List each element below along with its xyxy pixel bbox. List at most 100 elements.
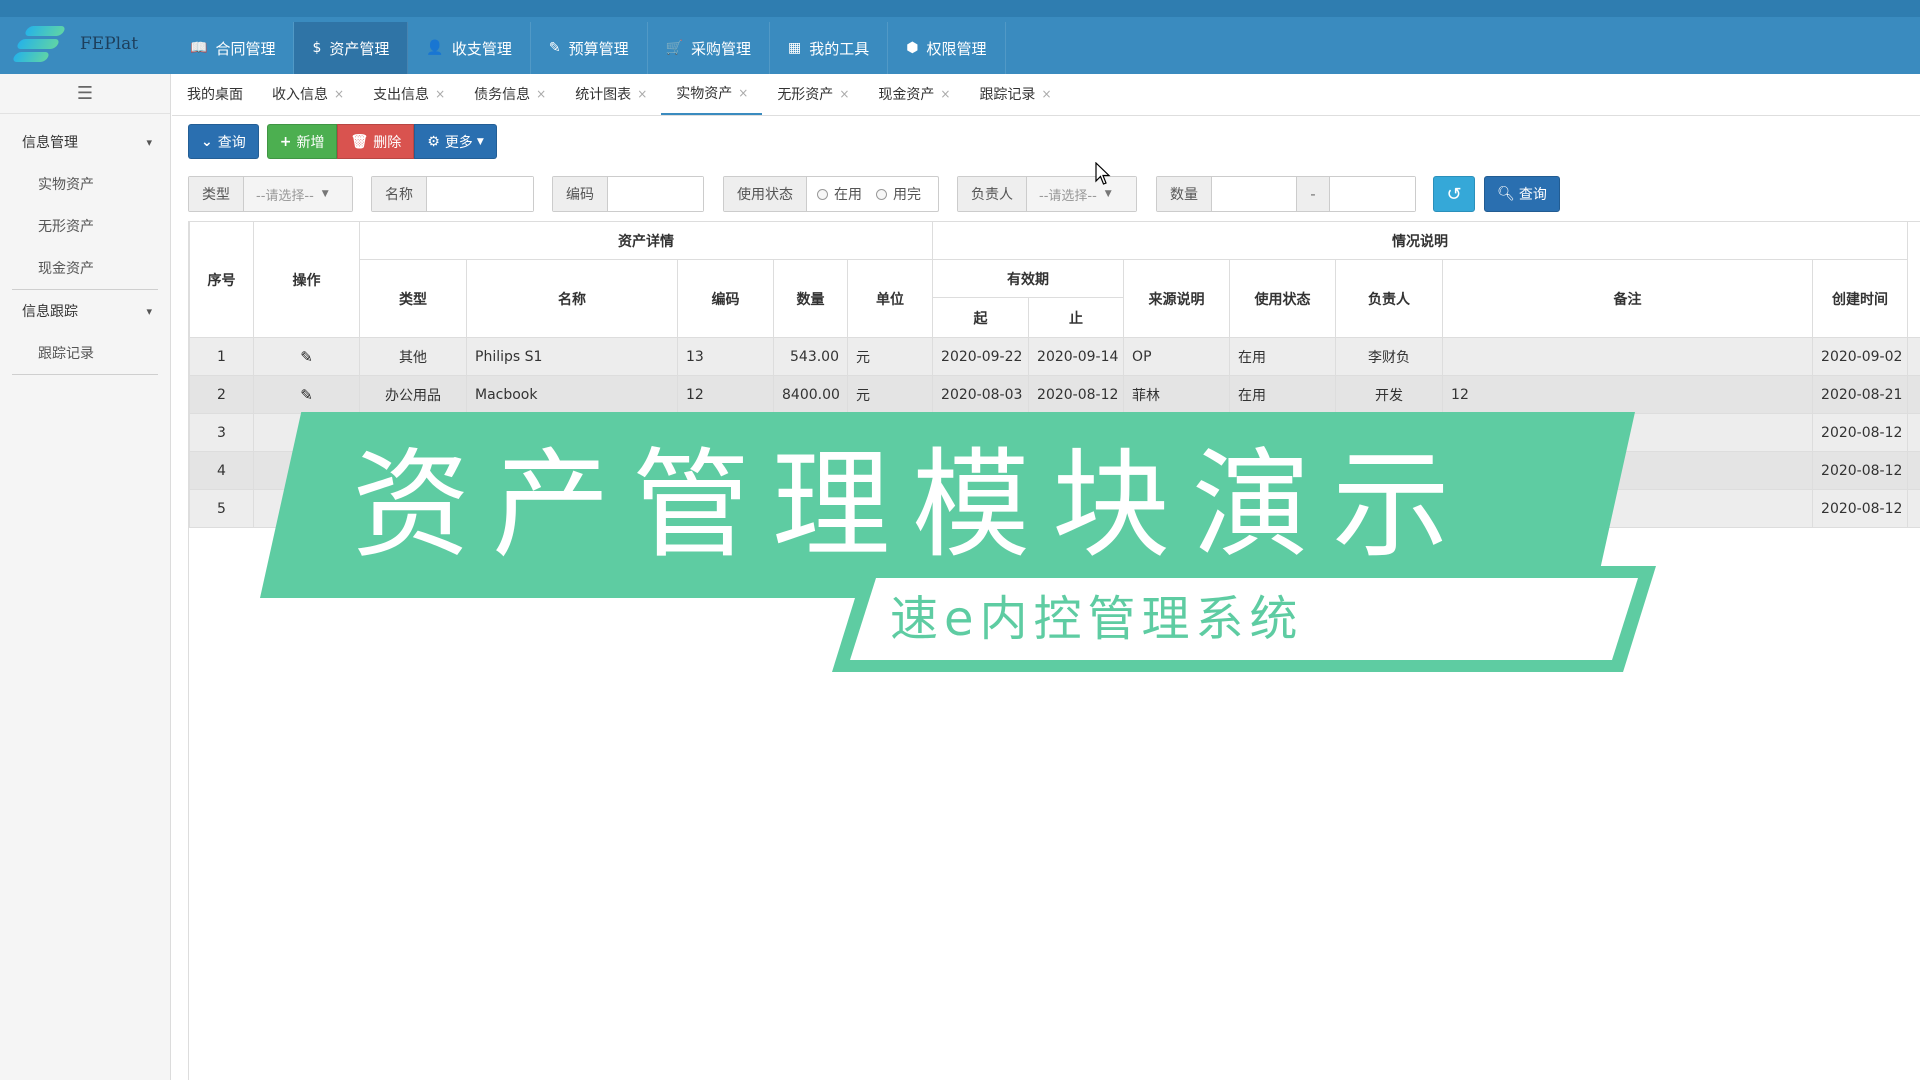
- plus-icon: +: [279, 133, 292, 150]
- nav-item-0[interactable]: 📖 合同管理: [172, 22, 295, 74]
- header-remark[interactable]: 备注: [1442, 259, 1814, 338]
- close-icon[interactable]: ×: [738, 86, 748, 100]
- header-created-time[interactable]: 创建时间: [1812, 259, 1909, 338]
- header-quantity[interactable]: 数量: [773, 259, 848, 338]
- sidebar-group-info-tracking[interactable]: 信息跟踪 ▾: [0, 290, 170, 332]
- sidebar-item-physical-assets[interactable]: 实物资产: [0, 163, 170, 205]
- header-source[interactable]: 来源说明: [1123, 259, 1231, 338]
- table-row[interactable]: 2 ✎ 办公用品 Macbook 12 8400.00 元 2020-08-03 2020-08…: [189, 375, 1920, 414]
- close-icon[interactable]: ×: [637, 87, 647, 101]
- tab-7[interactable]: 现金资产 ×: [863, 73, 964, 115]
- header-type[interactable]: 类型: [359, 259, 467, 338]
- close-icon[interactable]: ×: [536, 87, 546, 101]
- cell-created: 2020-08-12: [1812, 489, 1909, 528]
- dollar-icon: $: [312, 40, 322, 56]
- tab-4[interactable]: 统计图表 ×: [560, 73, 661, 115]
- close-icon[interactable]: ×: [435, 87, 445, 101]
- cell-remark: [1442, 337, 1814, 376]
- search-button[interactable]: 🔍︎ 查询: [1484, 176, 1560, 212]
- close-icon[interactable]: ×: [1041, 87, 1051, 101]
- header-unit[interactable]: 单位: [846, 259, 934, 338]
- main-nav-menu: 📖 合同管理 $ 资产管理 👤 收支管理 ✎ 预算管理 🛒 采购管理 ▦ 我的工具 ⬢ 权限管理: [172, 22, 1006, 74]
- header-seq: 序号: [189, 221, 254, 338]
- cell-seq: 1: [189, 337, 254, 376]
- close-icon[interactable]: ×: [334, 87, 344, 101]
- status-radio-in-use[interactable]: 在用: [807, 177, 872, 211]
- tab-8[interactable]: 跟踪记录 ×: [964, 73, 1065, 115]
- code-input[interactable]: [608, 177, 703, 211]
- search-label: 查询: [1518, 187, 1547, 203]
- header-operation: 操作: [253, 221, 360, 338]
- add-button[interactable]: + 新增: [266, 124, 338, 159]
- type-filter-label: 类型: [189, 177, 244, 211]
- header-valid-from[interactable]: 起: [932, 297, 1030, 338]
- cell-from: 2020-09-22: [932, 337, 1030, 376]
- edit-icon[interactable]: ✎: [300, 348, 313, 366]
- cell-qty: 8400.00: [773, 375, 848, 414]
- quantity-min-input[interactable]: [1212, 177, 1296, 211]
- reset-button[interactable]: ↺: [1433, 176, 1475, 212]
- tab-label: 支出信息: [373, 87, 430, 103]
- header-code[interactable]: 编码: [677, 259, 774, 338]
- nav-item-6[interactable]: ⬢ 权限管理: [888, 22, 1006, 74]
- action-toolbar: ⌄ 查询 + 新增 🗑 删除 ⚙ 更多 ▼: [188, 124, 497, 159]
- nav-item-2[interactable]: 👤 收支管理: [408, 22, 531, 74]
- cell-created: 2020-09-02: [1812, 337, 1909, 376]
- header-owner[interactable]: 负责人: [1335, 259, 1444, 338]
- status-radio-label: 在用: [834, 187, 862, 203]
- tab-6[interactable]: 无形资产 ×: [762, 73, 863, 115]
- header-filler: [1907, 221, 1920, 338]
- sidebar-group-info-manage[interactable]: 信息管理 ▾: [0, 121, 170, 163]
- cell-source: OP: [1123, 337, 1231, 376]
- tab-0[interactable]: 我的桌面: [172, 73, 257, 115]
- toggle-query-button[interactable]: ⌄ 查询: [188, 124, 259, 159]
- app-logo[interactable]: FEPlat: [11, 22, 172, 66]
- close-icon[interactable]: ×: [839, 87, 849, 101]
- filter-bar: 类型 --请选择-- ▼ 名称 编码 使用状态 在用 用完 负责人 --请选择-…: [188, 176, 1908, 212]
- sidebar-item-intangible-assets[interactable]: 无形资产: [0, 205, 170, 247]
- nav-item-1[interactable]: $ 资产管理: [294, 22, 409, 74]
- delete-button[interactable]: 🗑 删除: [337, 124, 415, 159]
- tab-label: 跟踪记录: [979, 87, 1036, 103]
- name-input[interactable]: [427, 177, 533, 211]
- nav-item-4[interactable]: 🛒 采购管理: [648, 22, 771, 74]
- nav-item-3[interactable]: ✎ 预算管理: [531, 22, 648, 74]
- toggle-query-label: 查询: [217, 134, 246, 151]
- search-icon: 🔍︎: [1497, 186, 1515, 202]
- owner-select[interactable]: --请选择-- ▼: [1027, 177, 1136, 211]
- menu-collapse-icon: ☰: [76, 83, 94, 104]
- sidebar-group-label: 信息管理: [22, 135, 78, 151]
- user-icon: 👤: [426, 40, 444, 56]
- nav-item-label: 权限管理: [926, 39, 987, 58]
- tab-1[interactable]: 收入信息 ×: [257, 73, 358, 115]
- more-label: 更多: [444, 134, 473, 151]
- sidebar-item-cash-assets[interactable]: 现金资产: [0, 247, 170, 289]
- header-status[interactable]: 使用状态: [1229, 259, 1337, 338]
- sidebar: ☰ 信息管理 ▾ 实物资产 无形资产 现金资产 信息跟踪 ▾ 跟踪记录: [0, 74, 171, 1080]
- page-tabs: 我的桌面 收入信息 × 支出信息 × 债务信息 × 统计图表 × 实物资产 × 无形资产 × 现金资产 × 跟…: [172, 74, 1920, 116]
- header-valid-to[interactable]: 止: [1028, 297, 1125, 338]
- delete-label: 删除: [373, 134, 402, 151]
- tab-3[interactable]: 债务信息 ×: [459, 73, 560, 115]
- sidebar-item-tracking-records[interactable]: 跟踪记录: [0, 332, 170, 374]
- tab-label: 债务信息: [474, 87, 531, 103]
- cell-created: 2020-08-21: [1812, 375, 1909, 414]
- caret-down-icon: ▼: [321, 189, 329, 199]
- tab-label: 我的桌面: [187, 87, 243, 103]
- quantity-max-input[interactable]: [1330, 177, 1415, 211]
- more-button[interactable]: ⚙ 更多 ▼: [414, 124, 497, 159]
- tab-label: 统计图表: [575, 87, 632, 103]
- edit-icon[interactable]: ✎: [300, 386, 313, 404]
- status-radio-used-up[interactable]: 用完: [872, 177, 931, 211]
- row-actions-cell: ✎: [253, 375, 360, 414]
- table-row[interactable]: 1 ✎ 其他 Philips S1 13 543.00 元 2020-09-22 2020-09…: [189, 337, 1920, 376]
- tab-2[interactable]: 支出信息 ×: [358, 73, 459, 115]
- nav-item-5[interactable]: ▦ 我的工具: [770, 22, 889, 74]
- cell-owner: 李财负: [1335, 337, 1444, 376]
- close-icon[interactable]: ×: [940, 87, 950, 101]
- tab-5[interactable]: 实物资产 ×: [661, 73, 763, 115]
- type-select[interactable]: --请选择-- ▼: [244, 177, 352, 211]
- cell-code: 13: [677, 337, 774, 376]
- sidebar-collapse-button[interactable]: ☰: [0, 74, 170, 114]
- header-name[interactable]: 名称: [466, 259, 678, 338]
